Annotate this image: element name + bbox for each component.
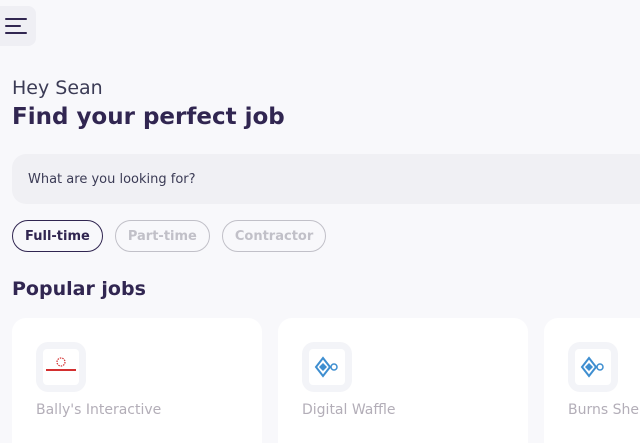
job-card[interactable]: Burns She bbox=[544, 318, 640, 443]
hamburger-menu-icon bbox=[5, 18, 27, 20]
burns-logo-icon bbox=[580, 356, 604, 378]
greeting-text: Hey Sean bbox=[12, 77, 103, 99]
popular-jobs-list: Bally's Interactive Digital Waffle Burns… bbox=[12, 318, 640, 443]
hamburger-menu-icon-bar bbox=[5, 25, 21, 27]
popular-jobs-heading: Popular jobs bbox=[12, 278, 146, 300]
home-screen: Hey Sean Find your perfect job Full-time… bbox=[0, 0, 640, 443]
job-card[interactable]: Digital Waffle bbox=[278, 318, 528, 443]
digital-waffle-logo-icon bbox=[314, 356, 338, 378]
tab-full-time[interactable]: Full-time bbox=[12, 220, 103, 252]
menu-button[interactable] bbox=[0, 6, 36, 46]
job-card[interactable]: Bally's Interactive bbox=[12, 318, 262, 443]
company-name: Digital Waffle bbox=[302, 402, 396, 418]
search-input[interactable] bbox=[28, 171, 428, 187]
company-logo bbox=[568, 342, 618, 392]
page-title: Find your perfect job bbox=[12, 104, 285, 130]
ballys-logo-icon bbox=[46, 357, 76, 371]
job-type-tabs: Full-time Part-time Contractor bbox=[12, 220, 327, 252]
company-name: Bally's Interactive bbox=[36, 402, 162, 418]
tab-contractor[interactable]: Contractor bbox=[221, 220, 327, 252]
hamburger-menu-icon-bar bbox=[5, 32, 27, 34]
company-logo bbox=[36, 342, 86, 392]
search-bar[interactable] bbox=[12, 154, 640, 204]
company-logo bbox=[302, 342, 352, 392]
tab-part-time[interactable]: Part-time bbox=[114, 220, 210, 252]
company-name: Burns She bbox=[568, 402, 639, 418]
